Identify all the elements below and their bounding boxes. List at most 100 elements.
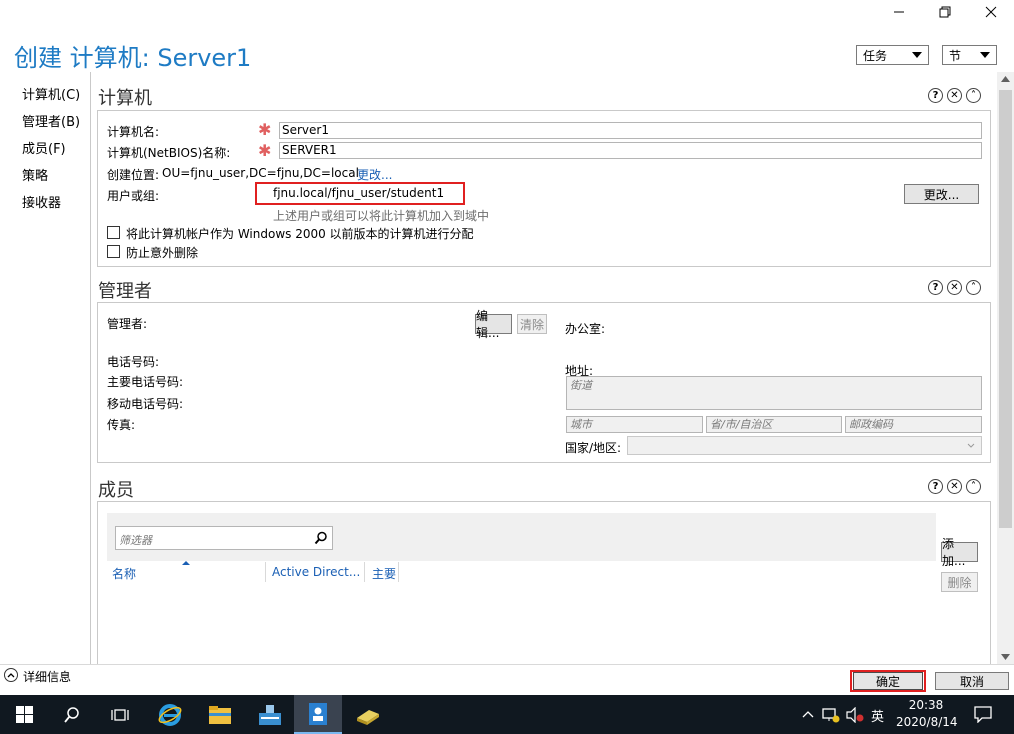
mobile-phone-label: 移动电话号码: [107, 397, 184, 411]
nav-item-manager[interactable]: 管理者(B) [22, 111, 80, 130]
network-warning-icon[interactable] [822, 707, 840, 723]
help-icon[interactable]: ? [928, 479, 943, 494]
user-group-change-button[interactable]: 更改... [904, 184, 979, 204]
country-label: 国家/地区: [565, 441, 622, 455]
fax-label: 传真: [107, 418, 136, 432]
search-icon[interactable] [314, 531, 328, 545]
column-divider [265, 562, 266, 582]
filter-placeholder: 筛选器 [119, 534, 152, 547]
phone-label: 电话号码: [107, 355, 160, 369]
ok-button[interactable]: 确定 [853, 672, 923, 690]
computer-name-input[interactable]: Server1 [279, 122, 982, 139]
user-group-value[interactable]: fjnu.local/fjnu_user/student1 [273, 186, 444, 200]
required-icon: ✱ [258, 120, 272, 139]
help-icon[interactable]: ? [928, 280, 943, 295]
clear-manager-button[interactable]: 清除 [517, 314, 547, 334]
chevron-up-icon[interactable] [802, 710, 814, 718]
close-section-icon[interactable]: ✕ [947, 88, 962, 103]
help-icon[interactable]: ? [928, 88, 943, 103]
close-section-icon[interactable]: ✕ [947, 479, 962, 494]
nav-divider [90, 72, 91, 664]
close-button[interactable] [968, 0, 1014, 24]
province-input[interactable]: 省/市/自治区 [706, 416, 842, 433]
nav-item-receiver[interactable]: 接收器 [22, 192, 61, 211]
column-header-name[interactable]: 名称 [112, 565, 136, 582]
user-group-hint: 上述用户或组可以将此计算机加入到域中 [273, 209, 490, 223]
restore-icon [939, 6, 951, 18]
members-filter-input[interactable]: 筛选器 [115, 526, 333, 550]
footer-divider [0, 664, 1014, 665]
computer-panel: 计算机名: ✱ Server1 计算机(NetBIOS)名称: ✱ SERVER… [97, 110, 991, 267]
scroll-up-icon[interactable] [1001, 76, 1010, 82]
city-input[interactable]: 城市 [566, 416, 703, 433]
column-divider [364, 562, 365, 582]
column-header-ad[interactable]: Active Direct... [272, 565, 360, 579]
remove-member-button[interactable]: 删除 [941, 572, 978, 592]
ime-indicator[interactable]: 英 [871, 706, 884, 725]
scroll-down-icon[interactable] [1001, 654, 1010, 660]
collapse-icon[interactable]: ˄ [966, 479, 981, 494]
column-divider [398, 562, 399, 582]
pre2000-checkbox-label: 将此计算机帐户作为 Windows 2000 以前版本的计算机进行分配 [126, 227, 474, 241]
section-controls-computer: ? ✕ ˄ [928, 88, 981, 103]
edit-manager-button[interactable]: 编辑... [475, 309, 512, 340]
restore-button[interactable] [922, 0, 968, 24]
chevron-down-icon [980, 52, 990, 58]
column-header-primary[interactable]: 主要 [372, 565, 396, 582]
main-phone-label: 主要电话号码: [107, 375, 184, 389]
user-group-label: 用户或组: [107, 189, 160, 203]
tasks-dropdown[interactable]: 任务 [856, 45, 929, 65]
vertical-scrollbar[interactable] [997, 72, 1014, 664]
close-icon [985, 6, 997, 18]
taskbar-ad-admin-center[interactable] [294, 695, 342, 734]
task-view-icon [111, 708, 129, 721]
scrollbar-thumb[interactable] [999, 90, 1012, 528]
clock-date[interactable]: 2020/8/14 [896, 715, 958, 729]
notification-icon[interactable] [974, 706, 992, 723]
cancel-button[interactable]: 取消 [935, 672, 1009, 690]
internet-explorer-icon [158, 703, 182, 726]
taskbar-ad-users-computers[interactable] [344, 695, 392, 734]
details-link[interactable]: 详细信息 [23, 668, 71, 685]
taskbar-file-explorer[interactable] [196, 695, 244, 734]
windows-logo-icon [15, 706, 33, 723]
taskbar-ie[interactable] [146, 695, 194, 734]
nav-item-members[interactable]: 成员(F) [22, 138, 66, 157]
add-member-button[interactable]: 添加... [941, 537, 978, 568]
members-panel: 筛选器 名称 Active Direct... 主要 添加... 删除 [97, 501, 991, 665]
server-manager-icon [259, 704, 281, 725]
members-list[interactable] [107, 561, 936, 665]
taskbar-search-button[interactable] [48, 695, 96, 734]
start-button[interactable] [0, 695, 48, 734]
nav-item-computer[interactable]: 计算机(C) [22, 84, 80, 103]
minimize-button[interactable] [876, 0, 922, 24]
location-change-link[interactable]: 更改... [357, 166, 392, 183]
country-select[interactable] [627, 436, 982, 455]
section-heading-members: 成员 [98, 480, 134, 501]
folder-icon [209, 705, 231, 724]
taskbar-server-manager[interactable] [246, 695, 294, 734]
section-heading-manager: 管理者 [98, 281, 152, 302]
nav-item-policy[interactable]: 策略 [22, 165, 48, 184]
netbios-name-input[interactable]: SERVER1 [279, 142, 982, 159]
manager-panel: 管理者: 编辑... 清除 办公室: 电话号码: 主要电话号码: 移动电话号码:… [97, 302, 991, 463]
details-toggle-icon[interactable] [4, 668, 18, 682]
section-heading-computer: 计算机 [98, 88, 152, 109]
clock-time[interactable]: 20:38 [896, 698, 956, 712]
section-dropdown[interactable]: 节 [942, 45, 997, 65]
collapse-icon[interactable]: ˄ [966, 280, 981, 295]
pre2000-checkbox[interactable] [107, 226, 120, 239]
ad-users-computers-icon [357, 709, 379, 725]
protect-delete-checkbox[interactable] [107, 245, 120, 258]
close-section-icon[interactable]: ✕ [947, 280, 962, 295]
location-value: OU=fjnu_user,DC=fjnu,DC=local [162, 166, 359, 180]
speaker-muted-icon[interactable] [846, 707, 864, 723]
netbios-name-label: 计算机(NetBIOS)名称: [107, 146, 231, 160]
zip-input[interactable]: 邮政编码 [845, 416, 982, 433]
office-label: 办公室: [565, 322, 606, 336]
street-input[interactable]: 街道 [566, 376, 982, 410]
task-view-button[interactable] [96, 695, 144, 734]
tasks-dropdown-label: 任务 [863, 48, 888, 63]
collapse-icon[interactable]: ˄ [966, 88, 981, 103]
search-icon [64, 706, 79, 723]
